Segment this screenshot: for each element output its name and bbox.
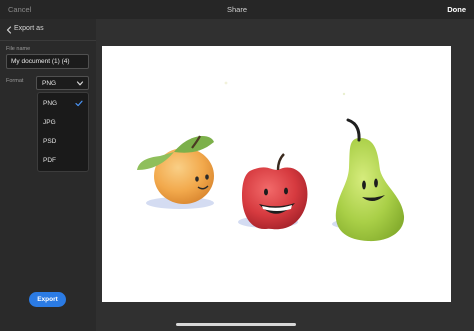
format-option-label: PNG: [43, 100, 58, 107]
canvas-area: [96, 19, 474, 331]
format-option-png[interactable]: PNG: [38, 94, 88, 113]
checkmark-icon: [75, 100, 83, 107]
file-name-field[interactable]: [6, 54, 89, 69]
export-sidebar: Export as File name Format PNG PNG JPG P…: [0, 19, 96, 331]
home-indicator: [176, 323, 296, 326]
apple-character: [238, 153, 308, 230]
back-button[interactable]: Export as: [0, 19, 96, 41]
format-label: Format: [6, 78, 24, 84]
format-option-label: PDF: [43, 157, 56, 164]
file-name-label: File name: [6, 46, 31, 52]
format-option-label: PSD: [43, 138, 57, 145]
orange-character: [137, 135, 214, 209]
pear-character: [332, 118, 405, 242]
chevron-down-icon: [76, 81, 84, 86]
format-option-label: JPG: [43, 119, 56, 126]
chevron-left-icon: [6, 26, 12, 34]
back-label: Export as: [14, 25, 44, 32]
done-button[interactable]: Done: [447, 5, 466, 14]
format-option-psd[interactable]: PSD: [38, 132, 88, 151]
format-option-jpg[interactable]: JPG: [38, 113, 88, 132]
format-option-pdf[interactable]: PDF: [38, 151, 88, 170]
artboard-preview: [102, 46, 451, 302]
window-title: Share: [226, 5, 247, 14]
format-select[interactable]: PNG: [36, 76, 89, 90]
fruit-illustration: [137, 81, 405, 242]
format-dropdown-menu: PNG JPG PSD PDF: [37, 92, 89, 172]
top-bar: Cancel Share Done: [0, 0, 474, 19]
format-selected-value: PNG: [42, 80, 57, 87]
export-button[interactable]: Export: [29, 292, 66, 307]
